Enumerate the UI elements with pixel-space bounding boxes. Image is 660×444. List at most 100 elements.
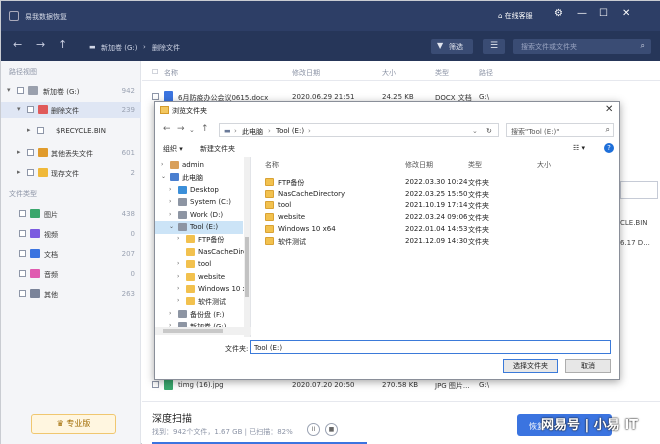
collapse-icon[interactable]: ⌄ bbox=[169, 223, 174, 230]
tree-node[interactable]: › Work (D:) bbox=[155, 209, 243, 222]
checkbox[interactable] bbox=[17, 87, 24, 94]
expand-icon[interactable]: › bbox=[177, 260, 179, 267]
forward-icon[interactable]: → bbox=[36, 39, 45, 51]
folder-item[interactable]: website 2022.03.24 09:06 文件夹 bbox=[252, 211, 619, 223]
expand-icon[interactable]: › bbox=[169, 310, 171, 317]
expand-icon[interactable]: › bbox=[177, 235, 179, 242]
organize-button[interactable]: 组织 ▾ bbox=[163, 144, 183, 154]
tree-item-drive-g[interactable]: ▾ 新加卷 (G:) 942 bbox=[1, 83, 141, 99]
checkbox[interactable] bbox=[19, 230, 26, 237]
maximize-button[interactable]: ☐ bbox=[599, 9, 608, 19]
tree-item-deleted-files[interactable]: ▾ 删除文件 239 bbox=[1, 102, 141, 118]
col-name[interactable]: 名称 bbox=[265, 160, 279, 170]
col-type[interactable]: 类型 bbox=[435, 68, 449, 78]
filter-button[interactable]: ▼ 筛选 bbox=[431, 39, 473, 54]
tree-node[interactable]: NasCacheDirectory bbox=[155, 246, 250, 259]
folder-item[interactable]: NasCacheDirectory 2022.03.25 15:50 文件夹 bbox=[252, 188, 619, 200]
checkbox[interactable] bbox=[152, 93, 159, 100]
expand-icon[interactable]: › bbox=[169, 198, 171, 205]
scrollbar-thumb[interactable] bbox=[245, 237, 249, 297]
col-path[interactable]: 路径 bbox=[479, 68, 493, 78]
online-service-button[interactable]: ⌂ 在线客服 bbox=[498, 11, 533, 21]
cancel-button[interactable]: 取消 bbox=[565, 359, 611, 373]
tree-node[interactable]: › FTP备份 bbox=[155, 233, 243, 246]
col-size[interactable]: 大小 bbox=[382, 68, 396, 78]
menu-button[interactable]: ☰ bbox=[483, 39, 505, 54]
tree-node[interactable]: › Desktop bbox=[155, 184, 243, 197]
folder-item[interactable]: Windows 10 x64 2022.01.04 14:53 文件夹 bbox=[252, 223, 619, 235]
tree-node[interactable]: › 备份盘 (F:) bbox=[155, 308, 243, 321]
checkbox[interactable] bbox=[27, 106, 34, 113]
tree-node[interactable]: ⌄ 此电脑 bbox=[155, 171, 243, 184]
checkbox[interactable] bbox=[27, 149, 34, 156]
breadcrumb-folder[interactable]: 删除文件 bbox=[152, 43, 180, 53]
header-checkbox[interactable]: ☐ bbox=[152, 68, 158, 76]
minimize-button[interactable]: — bbox=[577, 9, 587, 19]
checkbox[interactable] bbox=[152, 381, 159, 388]
dialog-close-button[interactable]: ✕ bbox=[605, 104, 613, 115]
folder-item[interactable]: 软件测试 2021.12.09 14:30 文件夹 bbox=[252, 235, 619, 247]
recent-dropdown-icon[interactable]: ⌄ bbox=[189, 126, 195, 135]
expand-icon[interactable]: › bbox=[177, 297, 179, 304]
checkbox[interactable] bbox=[19, 290, 26, 297]
expand-icon[interactable]: › bbox=[177, 273, 179, 280]
dialog-search-input[interactable]: 搜索"Tool (E:)" ⌕ bbox=[506, 123, 614, 137]
tree-item-recycle-bin[interactable]: ▸ $RECYCLE.BIN bbox=[1, 123, 141, 139]
checkbox[interactable] bbox=[37, 127, 44, 134]
checkbox[interactable] bbox=[19, 210, 26, 217]
collapse-icon[interactable]: ⌄ bbox=[161, 173, 166, 180]
checkbox[interactable] bbox=[19, 270, 26, 277]
select-folder-button[interactable]: 选择文件夹 bbox=[503, 359, 558, 373]
checkbox[interactable] bbox=[19, 250, 26, 257]
col-name[interactable]: 名称 bbox=[164, 68, 178, 78]
col-date[interactable]: 修改日期 bbox=[405, 160, 433, 170]
col-type[interactable]: 类型 bbox=[468, 160, 482, 170]
forward-icon[interactable]: → bbox=[177, 125, 185, 134]
search-input[interactable]: 搜索文件或文件夹 ⌕ bbox=[513, 39, 651, 54]
tree-node[interactable]: › website bbox=[155, 271, 243, 284]
tree-item-existing[interactable]: ▸ 现存文件 2 bbox=[1, 165, 141, 181]
checkbox[interactable] bbox=[27, 169, 34, 176]
up-icon[interactable]: ↑ bbox=[58, 39, 67, 51]
tree-horizontal-scrollbar[interactable] bbox=[155, 327, 251, 335]
view-options-button[interactable]: ☷ ▾ bbox=[573, 144, 585, 152]
help-icon[interactable]: ? bbox=[604, 143, 614, 153]
new-folder-button[interactable]: 新建文件夹 bbox=[200, 144, 235, 154]
scrollbar-thumb[interactable] bbox=[163, 329, 223, 333]
type-item-audio[interactable]: 音频 0 bbox=[1, 266, 141, 282]
type-item-videos[interactable]: 视频 0 bbox=[1, 226, 141, 242]
address-path[interactable]: ▬ › 此电脑 › Tool (E:) › ⌄ ↻ bbox=[219, 123, 499, 137]
breadcrumb-tool-drive[interactable]: Tool (E:) bbox=[276, 127, 304, 135]
tree-item-other-lost[interactable]: ▸ 其他丢失文件 601 bbox=[1, 145, 141, 161]
expand-icon[interactable]: › bbox=[169, 186, 171, 193]
up-icon[interactable]: ↑ bbox=[201, 125, 209, 134]
tree-node[interactable]: ⌄ Tool (E:) bbox=[155, 221, 243, 234]
tree-node[interactable]: › Windows 10 x64 bbox=[155, 283, 250, 296]
back-icon[interactable]: ← bbox=[163, 125, 171, 134]
type-item-other[interactable]: 其他 263 bbox=[1, 286, 141, 302]
address-dropdown-icon[interactable]: ⌄ bbox=[472, 127, 478, 135]
pause-button[interactable]: II bbox=[307, 423, 320, 436]
tree-node[interactable]: › tool bbox=[155, 258, 243, 271]
expand-icon[interactable]: › bbox=[169, 211, 171, 218]
tree-node[interactable]: › 软件测试 bbox=[155, 295, 243, 308]
tree-node[interactable]: › System (C:) bbox=[155, 196, 243, 209]
folder-item[interactable]: tool 2021.10.19 17:14 文件夹 bbox=[252, 199, 619, 211]
tree-vertical-scrollbar[interactable] bbox=[244, 157, 250, 337]
col-size[interactable]: 大小 bbox=[537, 160, 551, 170]
close-button[interactable]: ✕ bbox=[622, 9, 630, 19]
settings-icon[interactable]: ⚙ bbox=[554, 9, 563, 19]
back-icon[interactable]: ← bbox=[13, 39, 22, 51]
folder-name-input[interactable]: Tool (E:) bbox=[250, 340, 611, 354]
expand-icon[interactable]: › bbox=[161, 161, 163, 168]
folder-item[interactable]: FTP备份 2022.03.30 10:24 文件夹 bbox=[252, 176, 619, 188]
breadcrumb-this-pc[interactable]: 此电脑 bbox=[242, 127, 263, 137]
type-item-images[interactable]: 图片 438 bbox=[1, 206, 141, 222]
col-date[interactable]: 修改日期 bbox=[292, 68, 320, 78]
stop-button[interactable]: ■ bbox=[325, 423, 338, 436]
expand-icon[interactable]: › bbox=[177, 285, 179, 292]
refresh-icon[interactable]: ↻ bbox=[486, 127, 492, 135]
breadcrumb-drive[interactable]: 新加卷 (G:) bbox=[101, 43, 137, 53]
type-item-documents[interactable]: 文档 207 bbox=[1, 246, 141, 262]
pro-version-button[interactable]: ♛ 专业版 bbox=[31, 414, 116, 434]
